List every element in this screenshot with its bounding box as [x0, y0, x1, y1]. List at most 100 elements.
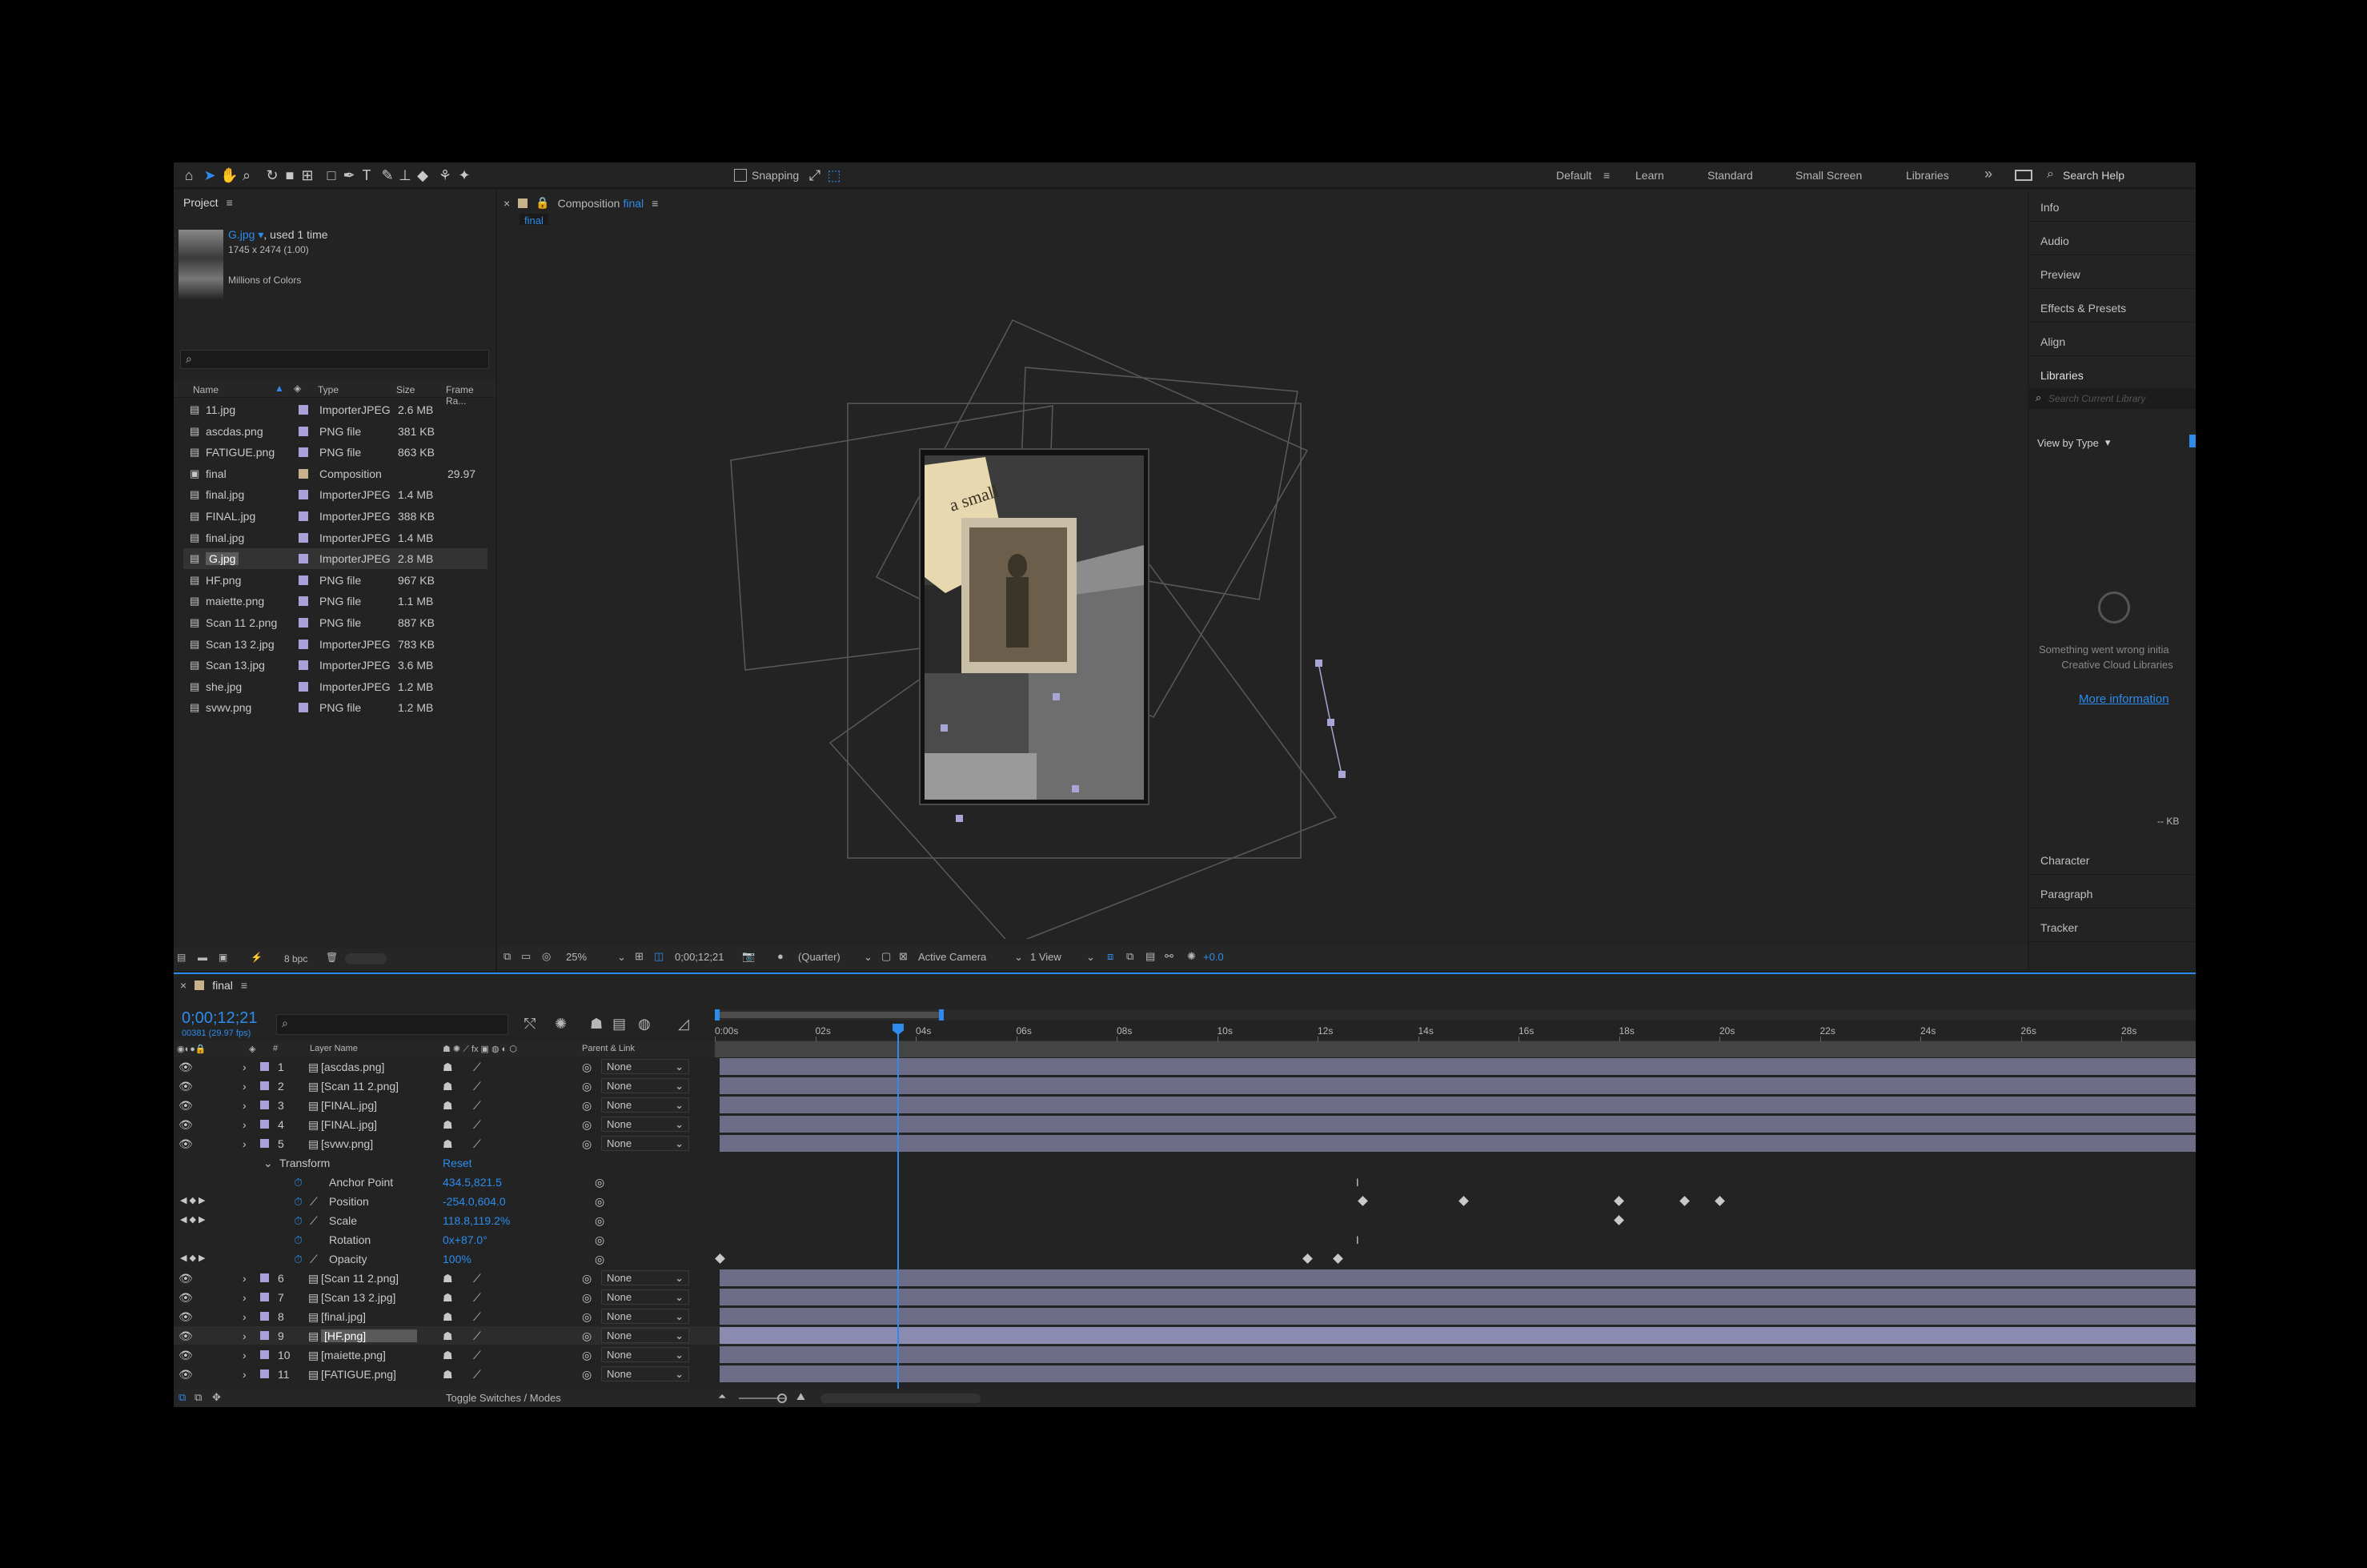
comp-tab-prefix[interactable]: Composition — [558, 197, 620, 210]
quality-switch-icon[interactable]: ⟋ — [473, 1310, 481, 1324]
label-color-swatch[interactable] — [299, 426, 308, 436]
toggle-pixel-icon[interactable]: ⧈ — [1107, 950, 1113, 963]
pen-tool-icon[interactable]: ✒ — [340, 166, 358, 184]
item-name[interactable]: G.jpg ▾ — [228, 228, 263, 241]
motion-handle-3[interactable] — [1338, 771, 1346, 778]
mask-visibility-icon[interactable]: ◫ — [654, 950, 664, 963]
parent-dropdown[interactable]: None ⌄ — [601, 1366, 689, 1382]
shy-switch-icon[interactable]: ☗ — [443, 1310, 453, 1324]
expression-pickwhip-icon[interactable]: ◎ — [595, 1233, 604, 1247]
project-item-row[interactable]: ▣ final Composition 29.97 — [183, 463, 487, 484]
layer-switches-icon[interactable]: ⧉ — [179, 1391, 186, 1404]
layer-duration-bar[interactable] — [720, 1269, 2196, 1286]
monitor-icon[interactable]: ▭ — [521, 950, 531, 963]
col-size[interactable]: Size — [396, 384, 415, 395]
draft-3d-icon[interactable]: ✺ — [555, 1016, 567, 1033]
project-item-row[interactable]: ▤ FINAL.jpg ImporterJPEG 388 KB — [183, 506, 487, 527]
layer-duration-bar[interactable] — [720, 1289, 2196, 1305]
work-area-start[interactable] — [715, 1009, 720, 1021]
parent-dropdown[interactable]: None ⌄ — [601, 1097, 689, 1113]
layer-row[interactable]: 👁 › 8 ▤ [final.jpg] ☗ ⟋ ◎ None ⌄ — [174, 1307, 2196, 1325]
quality-switch-icon[interactable]: ⟋ — [473, 1080, 481, 1093]
parent-pickwhip-icon[interactable]: ◎ — [582, 1061, 592, 1074]
zoom-dropdown[interactable]: 25% — [566, 951, 587, 963]
library-search-input[interactable]: ⌕ Search Current Library — [2029, 388, 2196, 409]
project-item-row[interactable]: ▤ HF.png PNG file 967 KB — [183, 570, 487, 591]
parent-dropdown[interactable]: None ⌄ — [601, 1059, 689, 1074]
motion-blur-icon[interactable]: ◍ — [638, 1016, 651, 1033]
stopwatch-icon[interactable]: ⏱ — [294, 1253, 303, 1266]
layer-row[interactable]: 👁 › 9 ▤ [HF.png] ☗ ⟋ ◎ None ⌄ — [174, 1326, 2196, 1345]
zoom-out-icon[interactable]: ⏶ — [718, 1390, 726, 1403]
parent-dropdown[interactable]: None ⌄ — [601, 1347, 689, 1362]
parent-pickwhip-icon[interactable]: ◎ — [582, 1291, 592, 1305]
layer-label-swatch[interactable] — [260, 1139, 269, 1148]
property-value[interactable]: 434.5,821.5 — [443, 1176, 502, 1189]
layer-label-swatch[interactable] — [260, 1273, 269, 1282]
workspace-libraries[interactable]: Libraries — [1906, 169, 1949, 182]
shy-switch-icon[interactable]: ☗ — [443, 1080, 453, 1093]
camera-dropdown[interactable]: Active Camera — [918, 951, 986, 963]
color-channels-icon[interactable]: ● — [777, 950, 784, 962]
layer-row[interactable]: 👁 › 10 ▤ [maiette.png] ☗ ⟋ ◎ None ⌄ — [174, 1345, 2196, 1364]
project-item-row[interactable]: ▤ G.jpg ImporterJPEG 2.8 MB — [183, 548, 487, 570]
keyframe[interactable] — [715, 1253, 725, 1264]
project-item-row[interactable]: ▤ ascdas.png PNG file 381 KB — [183, 421, 487, 442]
visibility-eye-icon[interactable]: 👁 — [179, 1310, 193, 1324]
label-tag-icon[interactable]: ◈ — [294, 383, 301, 394]
snap-icon[interactable]: ⤢ — [806, 166, 824, 184]
more-information-link[interactable]: More information — [2079, 692, 2169, 706]
vr-icon[interactable]: ◎ — [542, 950, 551, 963]
label-color-swatch[interactable] — [299, 703, 308, 713]
project-item-row[interactable]: ▤ Scan 13 2.jpg ImporterJPEG 783 KB — [183, 634, 487, 655]
snapshot-icon[interactable]: 📷 — [742, 950, 755, 963]
transform-group[interactable]: ⌄ Transform Reset — [174, 1153, 2196, 1172]
expand-chevron-icon[interactable]: › — [243, 1080, 247, 1093]
workspace-small-screen[interactable]: Small Screen — [1795, 169, 1862, 182]
chevron-down-icon[interactable]: ⌄ — [263, 1157, 273, 1170]
expand-chevron-icon[interactable]: › — [243, 1272, 247, 1285]
layer-label-swatch[interactable] — [260, 1312, 269, 1321]
keyframe-hold[interactable]: I — [1356, 1176, 1359, 1189]
keyframe-hold[interactable]: I — [1356, 1233, 1359, 1246]
more-workspaces-icon[interactable]: » — [1984, 166, 1992, 182]
brush-tool-icon[interactable]: ✎ — [379, 166, 396, 184]
property-value[interactable]: 118.8,119.2% — [443, 1214, 510, 1227]
work-area-bar[interactable] — [715, 1012, 941, 1018]
exposure-value[interactable]: +0.0 — [1203, 951, 1224, 963]
frame-blending-icon[interactable]: ▤ — [612, 1016, 626, 1033]
label-color-swatch[interactable] — [299, 681, 308, 692]
label-color-swatch[interactable] — [299, 532, 308, 543]
parent-pickwhip-icon[interactable]: ◎ — [582, 1118, 592, 1132]
keyframe[interactable] — [1614, 1215, 1625, 1225]
layer-duration-bar[interactable] — [720, 1058, 2196, 1075]
scroll-thumb[interactable] — [345, 953, 387, 964]
layer-name[interactable]: [ascdas.png] — [321, 1061, 384, 1073]
layer-row[interactable]: 👁 › 3 ▤ [FINAL.jpg] ☗ ⟋ ◎ None ⌄ — [174, 1096, 2196, 1114]
motion-handle-4[interactable] — [956, 815, 963, 822]
project-settings-icon[interactable]: ⚡ — [251, 952, 263, 963]
flowchart-icon[interactable]: ⚯ — [1165, 950, 1173, 963]
label-color-swatch[interactable] — [299, 447, 308, 458]
visibility-eye-icon[interactable]: 👁 — [179, 1329, 193, 1343]
parent-pickwhip-icon[interactable]: ◎ — [582, 1349, 592, 1362]
comp-viewer[interactable]: a small — [497, 225, 2028, 946]
keyframe-nav-icon[interactable]: ◀ ◆ ▶ — [180, 1253, 206, 1263]
layer-duration-bar[interactable] — [720, 1097, 2196, 1113]
parent-pickwhip-icon[interactable]: ◎ — [582, 1080, 592, 1093]
label-color-swatch[interactable] — [299, 575, 308, 585]
quality-switch-icon[interactable]: ⟋ — [473, 1349, 481, 1362]
project-item-row[interactable]: ▤ Scan 13.jpg ImporterJPEG 3.6 MB — [183, 655, 487, 676]
grid-view-icon[interactable] — [2189, 435, 2196, 447]
new-folder-icon[interactable]: ▬ — [198, 952, 207, 963]
quality-switch-icon[interactable]: ⟋ — [473, 1061, 481, 1074]
layer-row[interactable]: 👁 › 1 ▤ [ascdas.png] ☗ ⟋ ◎ None ⌄ — [174, 1057, 2196, 1076]
grid-icon[interactable]: ⊞ — [635, 950, 644, 963]
layer-row[interactable]: 👁 › 7 ▤ [Scan 13 2.jpg] ☗ ⟋ ◎ None ⌄ — [174, 1288, 2196, 1306]
keyframe[interactable] — [1358, 1196, 1369, 1206]
parent-pickwhip-icon[interactable]: ◎ — [582, 1329, 592, 1343]
transform-property-row[interactable]: ⏱ Anchor Point 434.5,821.5 ◎ I — [174, 1173, 2196, 1191]
workspace-menu-icon[interactable]: ≡ — [1603, 169, 1610, 182]
render-time-icon[interactable]: ✥ — [212, 1391, 221, 1404]
project-item-row[interactable]: ▤ final.jpg ImporterJPEG 1.4 MB — [183, 484, 487, 505]
